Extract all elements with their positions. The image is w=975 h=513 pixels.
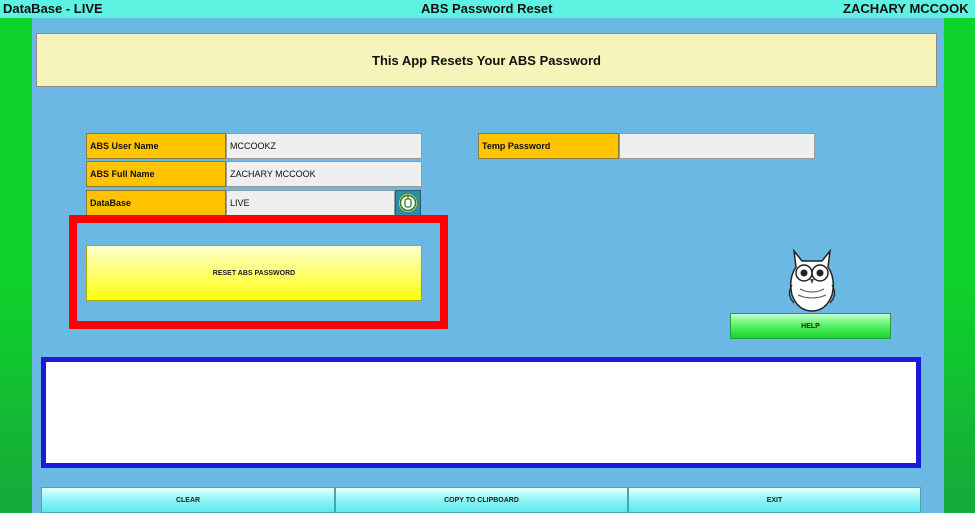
exit-button[interactable]: EXIT [628, 487, 921, 513]
app-title: ABS Password Reset [421, 1, 553, 16]
user-name-field[interactable]: MCCOOKZ [226, 133, 422, 159]
reset-password-button[interactable]: RESET ABS PASSWORD [86, 245, 422, 301]
copy-to-clipboard-button[interactable]: COPY TO CLIPBOARD [335, 487, 628, 513]
help-button[interactable]: HELP [730, 313, 891, 339]
full-name-field[interactable]: ZACHARY MCCOOK [226, 161, 422, 187]
database-field[interactable]: LIVE [226, 190, 395, 216]
owl-icon [782, 245, 842, 315]
current-user: ZACHARY MCCOOK [843, 1, 969, 16]
temp-password-field[interactable] [619, 133, 815, 159]
message-box [41, 357, 921, 468]
user-name-label: ABS User Name [86, 133, 226, 159]
left-border [0, 18, 32, 513]
database-label: DataBase [86, 190, 226, 216]
temp-password-label: Temp Password [478, 133, 619, 159]
database-connect-icon[interactable] [395, 190, 421, 216]
clear-button[interactable]: CLEAR [41, 487, 335, 513]
app-banner: This App Resets Your ABS Password [36, 33, 937, 87]
right-border [944, 18, 975, 513]
database-indicator: DataBase - LIVE [3, 1, 103, 16]
banner-text: This App Resets Your ABS Password [372, 52, 601, 68]
title-bar: DataBase - LIVE ABS Password Reset ZACHA… [0, 0, 975, 18]
full-name-label: ABS Full Name [86, 161, 226, 187]
